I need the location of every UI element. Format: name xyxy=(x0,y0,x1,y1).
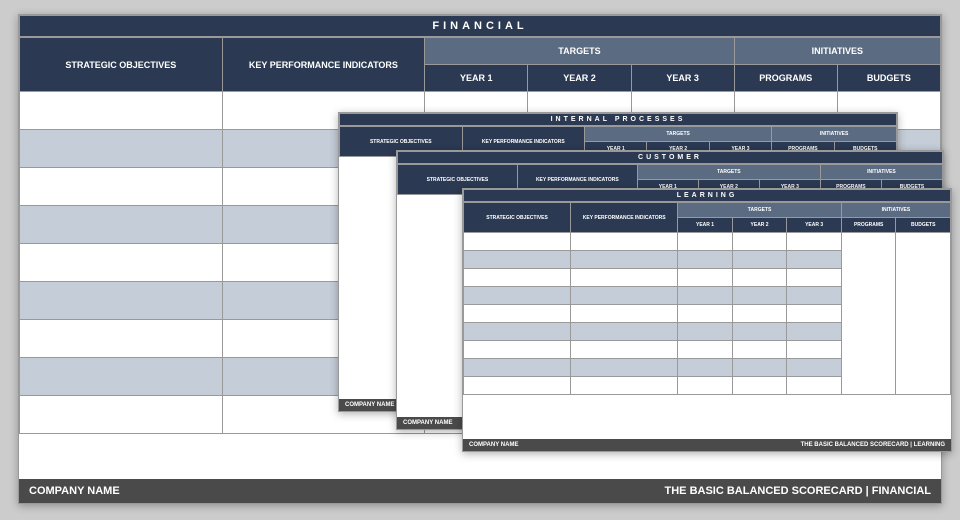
card-title: CUSTOMER xyxy=(397,151,943,164)
col-year3: YEAR 3 xyxy=(787,218,842,233)
footer-title: THE BASIC BALANCED SCORECARD | FINANCIAL xyxy=(480,479,941,503)
footer-company: COMPANY NAME xyxy=(19,479,480,503)
col-kpi: KEY PERFORMANCE INDICATORS xyxy=(222,38,425,92)
col-year2: YEAR 2 xyxy=(528,65,631,92)
col-initiatives: INITIATIVES xyxy=(841,203,950,218)
col-targets: TARGETS xyxy=(678,203,842,218)
col-programs: PROGRAMS xyxy=(734,65,837,92)
col-year3: YEAR 3 xyxy=(631,65,734,92)
card-title: FINANCIAL xyxy=(19,15,941,37)
footer-title: THE BASIC BALANCED SCORECARD | LEARNING xyxy=(707,439,951,451)
card-footer: COMPANY NAME THE BASIC BALANCED SCORECAR… xyxy=(463,439,951,451)
card-title: LEARNING xyxy=(463,189,951,202)
col-year2: YEAR 2 xyxy=(732,218,787,233)
col-year1: YEAR 1 xyxy=(425,65,528,92)
footer-company: COMPANY NAME xyxy=(463,439,707,451)
col-initiatives: INITIATIVES xyxy=(772,127,897,142)
col-year1: YEAR 1 xyxy=(678,218,733,233)
col-targets: TARGETS xyxy=(425,38,734,65)
card-learning: LEARNING STRATEGIC OBJECTIVES KEY PERFOR… xyxy=(462,188,952,452)
col-kpi: KEY PERFORMANCE INDICATORS xyxy=(571,203,678,233)
col-initiatives: INITIATIVES xyxy=(734,38,940,65)
col-budgets: BUDGETS xyxy=(837,65,940,92)
col-strategic: STRATEGIC OBJECTIVES xyxy=(20,38,223,92)
card-footer: COMPANY NAME THE BASIC BALANCED SCORECAR… xyxy=(19,479,941,503)
table-row xyxy=(464,233,951,251)
col-programs: PROGRAMS xyxy=(841,218,896,233)
scorecard-table: STRATEGIC OBJECTIVES KEY PERFORMANCE IND… xyxy=(463,202,951,395)
card-title: INTERNAL PROCESSES xyxy=(339,113,897,126)
col-targets: TARGETS xyxy=(585,127,772,142)
col-budgets: BUDGETS xyxy=(896,218,951,233)
col-strategic: STRATEGIC OBJECTIVES xyxy=(464,203,571,233)
